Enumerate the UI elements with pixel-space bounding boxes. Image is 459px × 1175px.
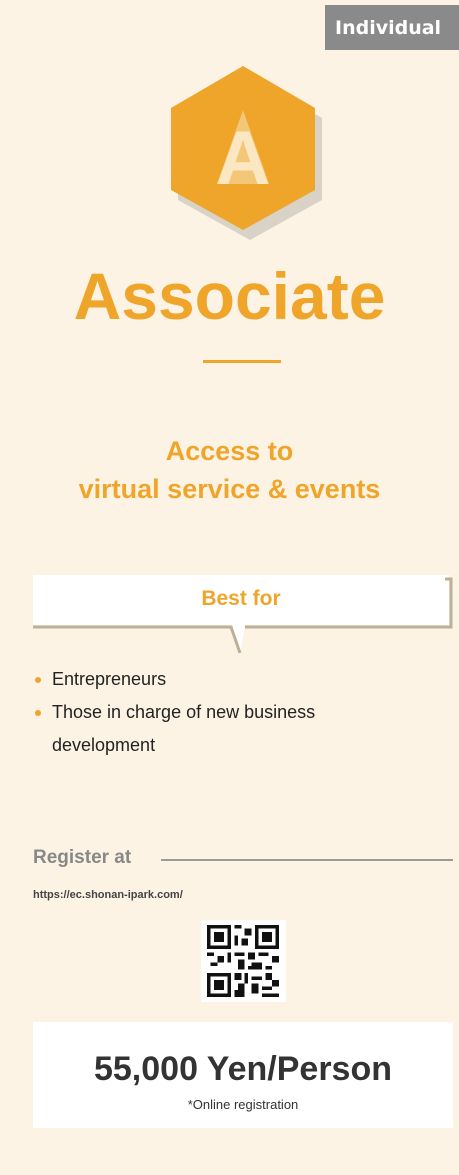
register-section: Register at xyxy=(33,847,453,873)
price-amount: 55,000 Yen/Person xyxy=(93,1050,392,1088)
price-note: *Online registration xyxy=(187,1097,299,1112)
list-item: Entrepreneurs xyxy=(33,663,433,696)
list-item: Those in charge of new business xyxy=(33,696,433,729)
plan-title: Associate xyxy=(73,259,386,333)
badge-hexagon-icon: A xyxy=(165,62,325,240)
best-for-label: Best for xyxy=(201,587,281,610)
list-item-continuation: development xyxy=(52,735,156,755)
bullet-dot-icon xyxy=(35,710,41,716)
register-url-link[interactable]: https://ec.shonan-ipark.com/ xyxy=(33,889,183,901)
access-heading: Access to virtual service & events xyxy=(0,432,459,508)
price-panel: 55,000 Yen/Person *Online registration xyxy=(33,1022,453,1128)
plan-type-tag: Individual xyxy=(325,5,459,50)
access-line-1: Access to xyxy=(165,436,294,466)
best-for-list: Entrepreneurs Those in charge of new bus… xyxy=(33,663,433,762)
bullet-dot-icon xyxy=(35,677,41,683)
register-divider xyxy=(161,859,453,861)
badge-letter: A xyxy=(216,116,271,201)
access-line-2: virtual service & events xyxy=(78,474,381,504)
access-line-2-highlight: virtual service & events xyxy=(74,470,385,508)
register-label: Register at xyxy=(33,847,132,868)
qr-code-icon[interactable] xyxy=(201,920,286,1002)
title-divider xyxy=(203,360,281,363)
